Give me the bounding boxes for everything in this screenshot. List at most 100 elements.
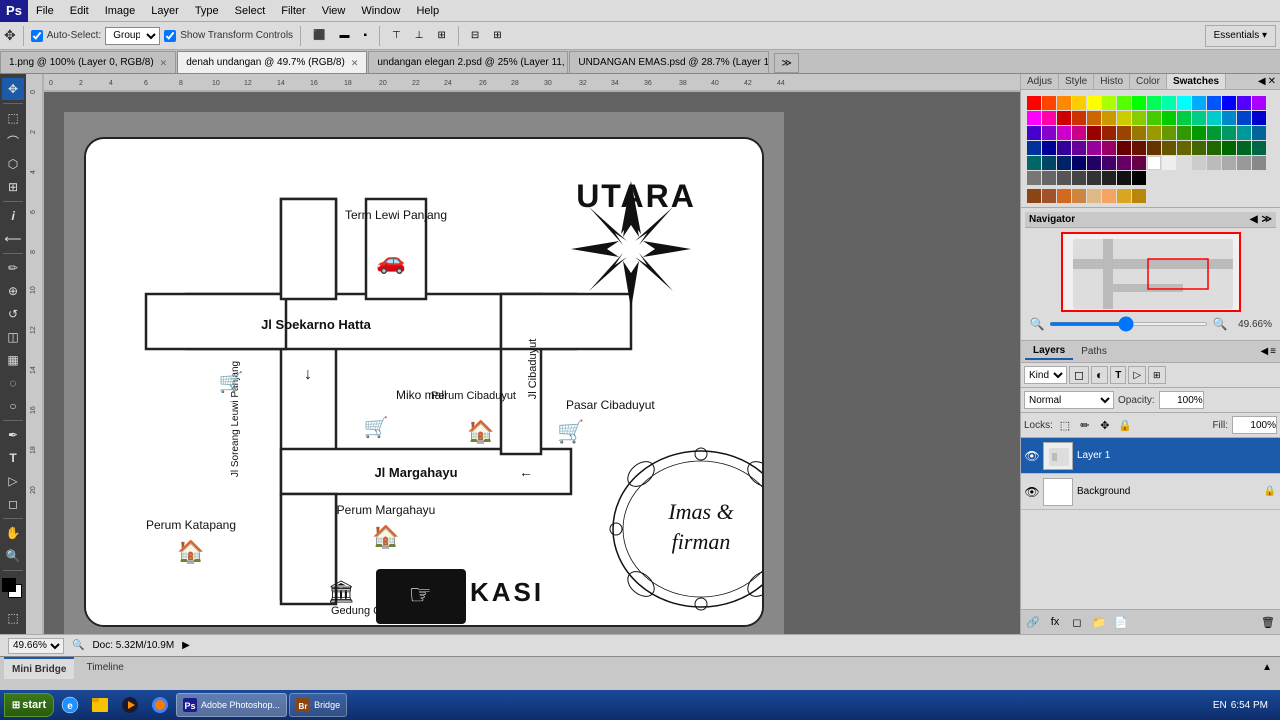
swatch[interactable] (1132, 141, 1146, 155)
zoom-in-btn[interactable]: 🔍 (1212, 316, 1228, 332)
delete-layer-btn[interactable]: 🗑 (1259, 613, 1277, 631)
swatch[interactable] (1252, 141, 1266, 155)
swatch[interactable] (1027, 141, 1041, 155)
mini-bridge-tab[interactable]: Mini Bridge (4, 657, 74, 679)
essentials-button[interactable]: Essentials ▾ (1205, 25, 1276, 47)
swatch[interactable] (1222, 141, 1236, 155)
swatch[interactable] (1162, 126, 1176, 140)
swatch[interactable] (1057, 96, 1071, 110)
bridge-taskbar-btn[interactable]: Br Bridge (289, 693, 347, 717)
marquee-tool-btn[interactable]: ⬚ (2, 107, 24, 129)
swatch[interactable] (1237, 141, 1251, 155)
align-left-btn[interactable]: ⬛ (308, 25, 330, 47)
lock-all-btn[interactable]: 🔒 (1117, 417, 1133, 433)
swatch[interactable] (1042, 156, 1056, 170)
swatch[interactable] (1252, 96, 1266, 110)
swatch[interactable] (1207, 111, 1221, 125)
histo-tab[interactable]: Histo (1094, 74, 1130, 89)
hand-tool-btn[interactable]: ✋ (2, 522, 24, 544)
swatch[interactable] (1117, 156, 1131, 170)
swatch[interactable] (1102, 126, 1116, 140)
swatch[interactable] (1147, 126, 1161, 140)
move-tool-icon[interactable]: ✥ (4, 27, 16, 44)
swatch[interactable] (1087, 156, 1101, 170)
swatch[interactable] (1177, 126, 1191, 140)
blur-tool-btn[interactable]: ◌ (2, 372, 24, 394)
navigator-collapse-btn[interactable]: ◀ (1250, 214, 1258, 225)
swatch[interactable] (1072, 96, 1086, 110)
layer-row-layer1[interactable]: 👁 Layer 1 (1021, 438, 1280, 474)
swatch[interactable] (1222, 156, 1236, 170)
swatch[interactable] (1237, 126, 1251, 140)
swatch[interactable] (1102, 96, 1116, 110)
swatch[interactable] (1072, 156, 1086, 170)
move-tool-btn[interactable]: ✥ (2, 78, 24, 100)
swatch[interactable] (1027, 111, 1041, 125)
swatch[interactable] (1102, 171, 1116, 185)
tab-3[interactable]: undangan elegan 2.psd @ 25% (Layer 11, R… (368, 51, 568, 73)
zoom-tool-btn[interactable]: 🔍 (2, 545, 24, 567)
swatch[interactable] (1162, 96, 1176, 110)
swatch[interactable] (1207, 96, 1221, 110)
swatch[interactable] (1147, 111, 1161, 125)
zoom-select[interactable]: 49.66% (8, 638, 64, 654)
swatch[interactable] (1222, 126, 1236, 140)
distribute2-btn[interactable]: ⊞ (488, 25, 506, 47)
patch-tool-btn[interactable]: ⟵ (2, 228, 24, 250)
swatch[interactable] (1042, 126, 1056, 140)
eyedropper-tool-btn[interactable]: 𝒊 (2, 205, 24, 227)
menu-view[interactable]: View (314, 0, 354, 22)
adjust-tab[interactable]: Adjus (1021, 74, 1059, 89)
ie-icon[interactable]: e (56, 693, 84, 717)
swatch[interactable] (1237, 156, 1251, 170)
menu-filter[interactable]: Filter (273, 0, 313, 22)
zoom-slider[interactable] (1049, 322, 1208, 326)
layer-row-background[interactable]: 👁 Background 🔒 (1021, 474, 1280, 510)
swatch[interactable] (1177, 111, 1191, 125)
swatch[interactable] (1132, 189, 1146, 203)
gradient-tool-btn[interactable]: ▦ (2, 349, 24, 371)
swatch[interactable] (1237, 96, 1251, 110)
filter-type-btn[interactable]: T (1110, 366, 1126, 384)
filter-pixel-btn[interactable]: ◻ (1069, 366, 1089, 384)
swatch[interactable] (1057, 156, 1071, 170)
stamp-tool-btn[interactable]: ⊕ (2, 280, 24, 302)
swatch[interactable] (1132, 156, 1146, 170)
swatch[interactable] (1042, 111, 1056, 125)
link-layers-btn[interactable]: 🔗 (1024, 613, 1042, 631)
dodge-tool-btn[interactable]: ○ (2, 395, 24, 417)
swatch[interactable] (1117, 171, 1131, 185)
layer1-visibility-btn[interactable]: 👁 (1025, 449, 1039, 463)
align-top-btn[interactable]: ⊤ (387, 25, 406, 47)
swatch[interactable] (1192, 126, 1206, 140)
swatch[interactable] (1147, 141, 1161, 155)
start-button[interactable]: ⊞ start (4, 693, 54, 717)
panel-collapse-btn[interactable]: ◀ (1258, 76, 1266, 87)
swatch[interactable] (1192, 96, 1206, 110)
swatch[interactable] (1102, 141, 1116, 155)
kind-filter-select[interactable]: Kind (1024, 366, 1067, 384)
swatch[interactable] (1042, 96, 1056, 110)
add-mask-btn[interactable]: ◻ (1068, 613, 1086, 631)
swatch[interactable] (1027, 96, 1041, 110)
swatch[interactable] (1177, 141, 1191, 155)
group-select[interactable]: Group Layer (105, 27, 160, 45)
swatch[interactable] (1027, 126, 1041, 140)
swatch[interactable] (1072, 111, 1086, 125)
firefox-icon[interactable] (146, 693, 174, 717)
shape-tool-btn[interactable]: ◻ (2, 493, 24, 515)
swatch[interactable] (1057, 189, 1071, 203)
swatch[interactable] (1042, 189, 1056, 203)
crop-tool-btn[interactable]: ⊞ (2, 176, 24, 198)
panel-close-btn[interactable]: ✕ (1268, 76, 1276, 87)
add-style-btn[interactable]: fx (1046, 613, 1064, 631)
menu-layer[interactable]: Layer (143, 0, 187, 22)
swatch[interactable] (1132, 96, 1146, 110)
swatch[interactable] (1192, 141, 1206, 155)
blend-mode-select[interactable]: Normal Multiply Screen (1024, 391, 1114, 409)
swatch[interactable] (1072, 171, 1086, 185)
zoom-out-btn[interactable]: 🔍 (1029, 316, 1045, 332)
menu-help[interactable]: Help (408, 0, 447, 22)
style-tab[interactable]: Style (1059, 74, 1094, 89)
swatch[interactable] (1027, 189, 1041, 203)
